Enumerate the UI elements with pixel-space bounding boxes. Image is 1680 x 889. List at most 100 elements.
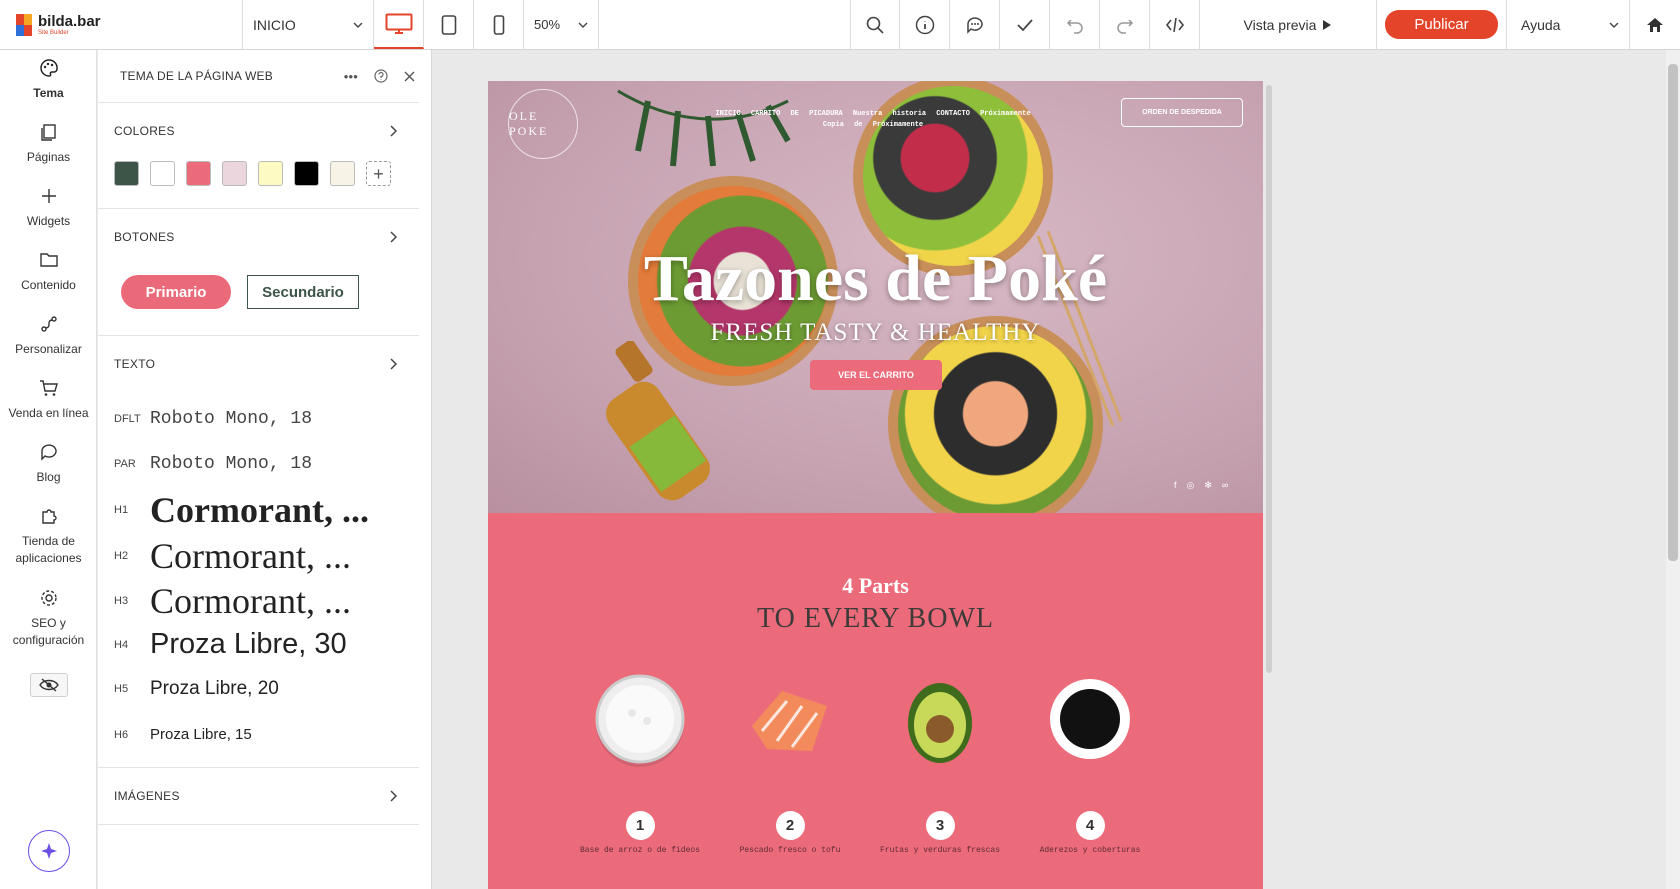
checklist-button[interactable] [1000,0,1050,49]
rail-item-widgets[interactable]: Widgets [0,186,97,230]
site-nav-line[interactable]: Copia de Próximamente [688,120,1058,131]
redo-button[interactable] [1100,0,1150,49]
buttons-header[interactable]: BOTONES [98,209,419,265]
avocado-image [892,671,988,767]
mobile-view-button[interactable] [474,0,524,49]
more-options-icon[interactable]: ••• [344,69,358,84]
primary-button-sample[interactable]: Primario [121,275,231,309]
drink-bottle-image [606,341,710,501]
typography-row-h2[interactable]: H2 Cormorant, ... [98,533,419,578]
rail-item-blog[interactable]: Blog [0,442,97,486]
colors-header[interactable]: COLORES [98,103,419,159]
app-subtitle: Site Builder [38,29,69,36]
color-swatch[interactable] [222,161,247,186]
ai-assistant-button[interactable] [28,830,70,872]
part-item[interactable]: 2 Pescado fresco o tofu [715,671,865,855]
rail-item-sell-online[interactable]: Venda en línea [0,378,97,422]
part-item[interactable]: 4 Aderezos y coberturas [1015,671,1165,855]
color-swatch[interactable] [150,161,175,186]
preview-scrollbar[interactable] [1266,85,1272,673]
rail-item-app-store[interactable]: Tienda de aplicaciones [0,506,97,567]
colors-section: COLORES + [98,102,419,208]
type-tag: H4 [114,638,129,651]
typography-row-h6[interactable]: H6 Proza Libre, 15 [98,712,419,757]
part-item[interactable]: 3 Frutas y verduras frescas [865,671,1015,855]
text-header[interactable]: TEXTO [98,336,419,392]
typography-row-h3[interactable]: H3 Cormorant, ... [98,578,419,623]
hero-subtitle[interactable]: FRESH TASTY & HEALTHY [488,319,1263,347]
publish-button[interactable]: Publicar [1385,10,1498,39]
typography-row-h1[interactable]: H1 Cormorant, ... [98,486,419,533]
parts-subtitle[interactable]: TO EVERY BOWL [488,603,1263,635]
close-icon[interactable] [404,71,415,82]
site-nav[interactable]: INICIO CARRITO DE PICADURA Nuestra histo… [688,109,1058,131]
tripadvisor-icon[interactable]: ∞ [1222,480,1228,491]
hero-cta-button[interactable]: VER EL CARRITO [810,360,942,390]
panel-title: TEMA DE LA PÁGINA WEB [120,69,273,83]
typography-row-h4[interactable]: H4 Proza Libre, 30 [98,623,419,666]
color-swatch[interactable] [258,161,283,186]
code-button[interactable] [1150,0,1200,49]
visibility-toggle[interactable] [30,673,68,697]
zoom-selector[interactable]: 50% [524,0,599,49]
type-sample: Cormorant, ... [150,489,369,530]
tablet-view-button[interactable] [424,0,474,49]
mobile-icon [493,14,504,35]
preview-button[interactable]: Vista previa [1200,0,1377,49]
part-item[interactable]: 1 Base de arroz o de fideos [565,671,715,855]
rail-label: SEO y configuración [12,616,85,647]
undo-button[interactable] [1050,0,1100,49]
home-button[interactable] [1630,0,1680,49]
secondary-button-sample[interactable]: Secundario [247,275,359,309]
sparkle-icon [41,843,57,859]
search-button[interactable] [850,0,900,49]
comments-button[interactable] [950,0,1000,49]
rail-item-customize[interactable]: Personalizar [0,314,97,358]
add-color-button[interactable]: + [366,161,391,186]
rail-label: Contenido [21,278,76,292]
puzzle-icon [41,509,57,524]
color-swatch[interactable] [186,161,211,186]
chevron-right-icon [390,790,397,802]
part-label: Base de arroz o de fideos [579,846,701,855]
order-button[interactable]: ORDEN DE DESPEDIDA [1121,98,1243,127]
hero-title[interactable]: Tazones de Poké [488,241,1263,317]
typography-row-h5[interactable]: H5 Proza Libre, 20 [98,666,419,712]
rice-bowl-image [592,671,688,767]
info-button[interactable] [900,0,950,49]
rail-item-seo-settings[interactable]: SEO y configuración [0,588,97,649]
typography-row-dflt[interactable]: DFLT Roboto Mono, 18 [98,396,419,441]
scrollbar-thumb[interactable] [1668,64,1678,561]
chat-bubble-icon [40,444,57,461]
rail-item-theme[interactable]: Tema [0,58,97,102]
yelp-icon[interactable]: ✻ [1204,480,1212,491]
top-toolbar: bilda.bar Site Builder INICIO 50% Vista … [0,0,1680,50]
rail-label: Venda en línea [8,406,89,420]
instagram-icon[interactable]: ◎ [1187,480,1195,491]
parts-title[interactable]: 4 Parts [488,573,1263,599]
window-scrollbar[interactable] [1666,50,1680,889]
hero-section[interactable]: OLE POKE INICIO CARRITO DE PICADURA Nues… [488,81,1263,513]
rail-label: Widgets [26,214,71,228]
type-sample: Cormorant, ... [150,535,351,576]
logo-mark-icon [16,13,32,36]
rail-item-content[interactable]: Contenido [0,250,97,294]
type-tag: H1 [114,503,129,516]
color-swatch[interactable] [114,161,139,186]
website-preview[interactable]: OLE POKE INICIO CARRITO DE PICADURA Nues… [488,81,1263,889]
brand-logo[interactable]: OLE POKE [508,89,578,159]
typography-row-par[interactable]: PAR Roboto Mono, 18 [98,441,419,486]
app-name: bilda.bar [38,12,101,30]
color-swatch[interactable] [294,161,319,186]
color-swatch[interactable] [330,161,355,186]
page-selector[interactable]: INICIO [243,0,374,49]
images-header[interactable]: IMÁGENES [98,768,419,824]
help-menu[interactable]: Ayuda [1507,0,1630,49]
facebook-icon[interactable]: f [1174,480,1177,491]
editor-canvas: OLE POKE INICIO CARRITO DE PICADURA Nues… [433,50,1666,889]
app-logo[interactable]: bilda.bar Site Builder [0,0,243,49]
rail-item-pages[interactable]: Páginas [0,122,97,166]
site-nav-line[interactable]: INICIO CARRITO DE PICADURA Nuestra histo… [688,109,1058,120]
help-icon[interactable] [374,69,388,83]
desktop-view-button[interactable] [374,0,424,49]
